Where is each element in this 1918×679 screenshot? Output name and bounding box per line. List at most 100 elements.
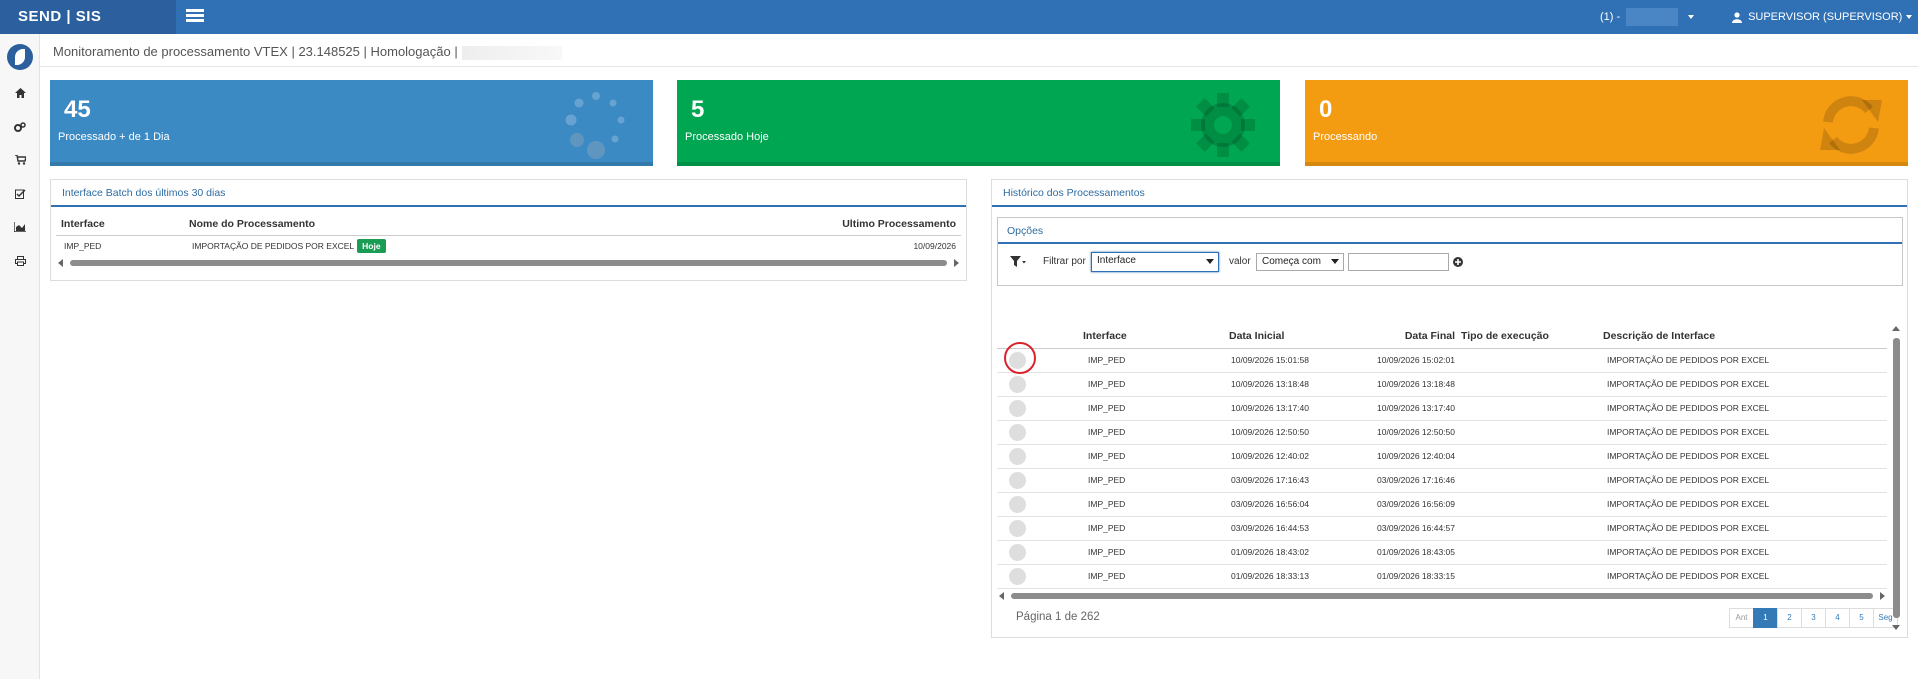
cell-end-date: 10/09/2026 12:40:04 <box>1377 444 1455 469</box>
stat-card-processed-today[interactable]: 5 Processado Hoje <box>677 80 1280 166</box>
cell-view <box>997 564 1083 589</box>
add-filter-icon[interactable] <box>1453 257 1463 267</box>
scrollbar-thumb[interactable] <box>1011 592 1873 599</box>
stat-label: Processado + de 1 Dia <box>58 131 170 143</box>
table-header-row: Interface Nome do Processamento Ultimo P… <box>56 213 961 236</box>
cell-start-date: 03/09/2026 17:16:43 <box>1229 468 1377 493</box>
cell-interface: IMP_PED <box>1083 396 1229 421</box>
cell-view <box>997 468 1083 493</box>
cell-interface: IMP_PED <box>1083 564 1229 589</box>
filter-value-input[interactable] <box>1348 253 1449 271</box>
pager-item[interactable]: 2 <box>1777 608 1802 628</box>
scroll-left-icon[interactable] <box>999 591 1004 600</box>
app-logo-icon[interactable] <box>7 44 33 70</box>
operator-select[interactable]: Começa com <box>1256 253 1344 271</box>
menu-toggle-icon[interactable] <box>186 9 204 23</box>
cell-execution-type <box>1455 540 1603 565</box>
chart-icon[interactable] <box>13 222 27 234</box>
chevron-down-icon <box>1906 15 1913 20</box>
column-header-process-name[interactable]: Nome do Processamento <box>184 213 666 236</box>
table-row[interactable]: IMP_PED 03/09/2026 16:44:53 03/09/2026 16:… <box>997 516 1887 541</box>
panel-title: Interface Batch dos últimos 30 dias <box>51 180 966 207</box>
panel-title: Histórico dos Processamentos <box>992 180 1907 207</box>
filter-icon[interactable] <box>1010 256 1026 267</box>
cell-end-date: 10/09/2026 12:50:50 <box>1377 420 1455 445</box>
view-details-icon[interactable] <box>1009 399 1026 417</box>
column-header-start-date[interactable]: Data Inicial <box>1229 325 1377 349</box>
home-icon[interactable] <box>13 88 27 100</box>
table-row[interactable]: IMP_PED 10/09/2026 12:50:50 10/09/2026 12:… <box>997 420 1887 445</box>
view-details-icon[interactable] <box>1009 423 1026 441</box>
stat-card-processing[interactable]: 0 Processando <box>1305 80 1908 166</box>
cell-start-date: 01/09/2026 18:33:13 <box>1229 564 1377 589</box>
column-header-interface[interactable]: Interface <box>1083 325 1229 349</box>
value-label: valor <box>1229 256 1251 267</box>
pager-item[interactable]: 1 <box>1753 608 1778 628</box>
vertical-scrollbar[interactable] <box>1892 326 1901 630</box>
horizontal-scrollbar[interactable] <box>997 590 1887 601</box>
table-row[interactable]: IMP_PED 03/09/2026 16:56:04 03/09/2026 16:… <box>997 492 1887 517</box>
view-details-icon[interactable] <box>1009 567 1026 585</box>
user-menu[interactable]: SUPERVISOR (SUPERVISOR) <box>1732 0 1913 34</box>
cell-interface: IMP_PED <box>1083 492 1229 517</box>
scroll-left-icon[interactable] <box>58 259 63 267</box>
pager-item[interactable]: Ant <box>1729 608 1754 628</box>
print-icon[interactable] <box>13 256 27 268</box>
table-row[interactable]: IMP_PED 01/09/2026 18:43:02 01/09/2026 18:… <box>997 540 1887 565</box>
cell-interface-description: IMPORTAÇÃO DE PEDIDOS POR EXCEL <box>1603 420 1887 445</box>
cell-start-date: 03/09/2026 16:56:04 <box>1229 492 1377 517</box>
view-details-icon[interactable] <box>1009 471 1026 489</box>
column-header-execution-type[interactable]: Tipo de execução <box>1455 325 1603 349</box>
user-icon <box>1732 11 1742 23</box>
environment-dropdown[interactable]: (1) - <box>1600 0 1695 34</box>
chevron-down-icon <box>1688 15 1695 20</box>
stat-value: 0 <box>1319 96 1333 123</box>
cell-interface: IMP_PED <box>64 241 102 252</box>
column-header-last-process[interactable]: Ultimo Processamento <box>665 213 961 236</box>
table-row[interactable]: IMP_PED 10/09/2026 13:17:40 10/09/2026 13:… <box>997 396 1887 421</box>
view-details-icon[interactable] <box>1009 447 1026 465</box>
cogs-icon[interactable] <box>13 122 27 134</box>
scroll-right-icon[interactable] <box>1880 591 1885 600</box>
cell-interface: IMP_PED <box>1083 372 1229 397</box>
column-header-interface[interactable]: Interface <box>56 213 184 236</box>
cell-view <box>997 516 1083 541</box>
options-title[interactable]: Opções <box>998 218 1902 244</box>
view-details-icon[interactable] <box>1009 519 1026 537</box>
cell-interface-description: IMPORTAÇÃO DE PEDIDOS POR EXCEL <box>1603 516 1887 541</box>
filter-by-select[interactable]: Interface <box>1091 252 1219 272</box>
pager-item[interactable]: 4 <box>1825 608 1850 628</box>
brand-logo[interactable]: SEND | SIS <box>0 0 176 34</box>
highlight-annotation <box>1004 342 1036 374</box>
cell-interface: IMP_PED <box>1083 516 1229 541</box>
table-row[interactable]: IMP_PED 10/09/2026 12:40:02 10/09/2026 12:… <box>997 444 1887 469</box>
cart-icon[interactable] <box>13 154 27 167</box>
column-header-interface-description[interactable]: Descrição de Interface <box>1603 325 1887 349</box>
stat-card-processed-over-1-day[interactable]: 45 Processado + de 1 Dia <box>50 80 653 166</box>
horizontal-scrollbar[interactable] <box>56 257 961 268</box>
checklist-icon[interactable] <box>13 189 27 201</box>
scroll-right-icon[interactable] <box>954 259 959 267</box>
scrollbar-thumb[interactable] <box>1893 338 1900 618</box>
scroll-up-icon[interactable] <box>1892 326 1900 331</box>
cell-end-date: 03/09/2026 16:44:57 <box>1377 516 1455 541</box>
view-details-icon[interactable] <box>1009 375 1026 393</box>
scroll-down-icon[interactable] <box>1892 625 1900 630</box>
history-table-body: IMP_PED 10/09/2026 15:01:58 10/09/2026 15:… <box>997 348 1887 589</box>
environment-label: (1) - <box>1600 11 1621 23</box>
pager-item[interactable]: 5 <box>1849 608 1874 628</box>
pager-item[interactable]: 3 <box>1801 608 1826 628</box>
table-row[interactable]: IMP_PED 03/09/2026 17:16:43 03/09/2026 17:… <box>997 468 1887 493</box>
scrollbar-thumb[interactable] <box>70 260 947 266</box>
column-header-end-date[interactable]: Data Final <box>1377 325 1455 349</box>
table-row[interactable]: IMP_PED 10/09/2026 15:01:58 10/09/2026 15:… <box>997 348 1887 373</box>
table-row[interactable]: IMP_PED 01/09/2026 18:33:13 01/09/2026 18:… <box>997 564 1887 589</box>
table-row[interactable]: IMP_PED 10/09/2026 13:18:48 10/09/2026 13:… <box>997 372 1887 397</box>
cell-execution-type <box>1455 516 1603 541</box>
view-details-icon[interactable] <box>1009 543 1026 561</box>
options-section: Opções Filtrar por Interface valor Começ… <box>997 217 1903 286</box>
view-details-icon[interactable] <box>1009 495 1026 513</box>
table-row[interactable]: IMP_PED IMPORTAÇÃO DE PEDIDOS POR EXCEL H… <box>56 235 961 257</box>
stat-label: Processado Hoje <box>685 131 769 143</box>
process-name-text: IMPORTAÇÃO DE PEDIDOS POR EXCEL <box>192 241 355 252</box>
